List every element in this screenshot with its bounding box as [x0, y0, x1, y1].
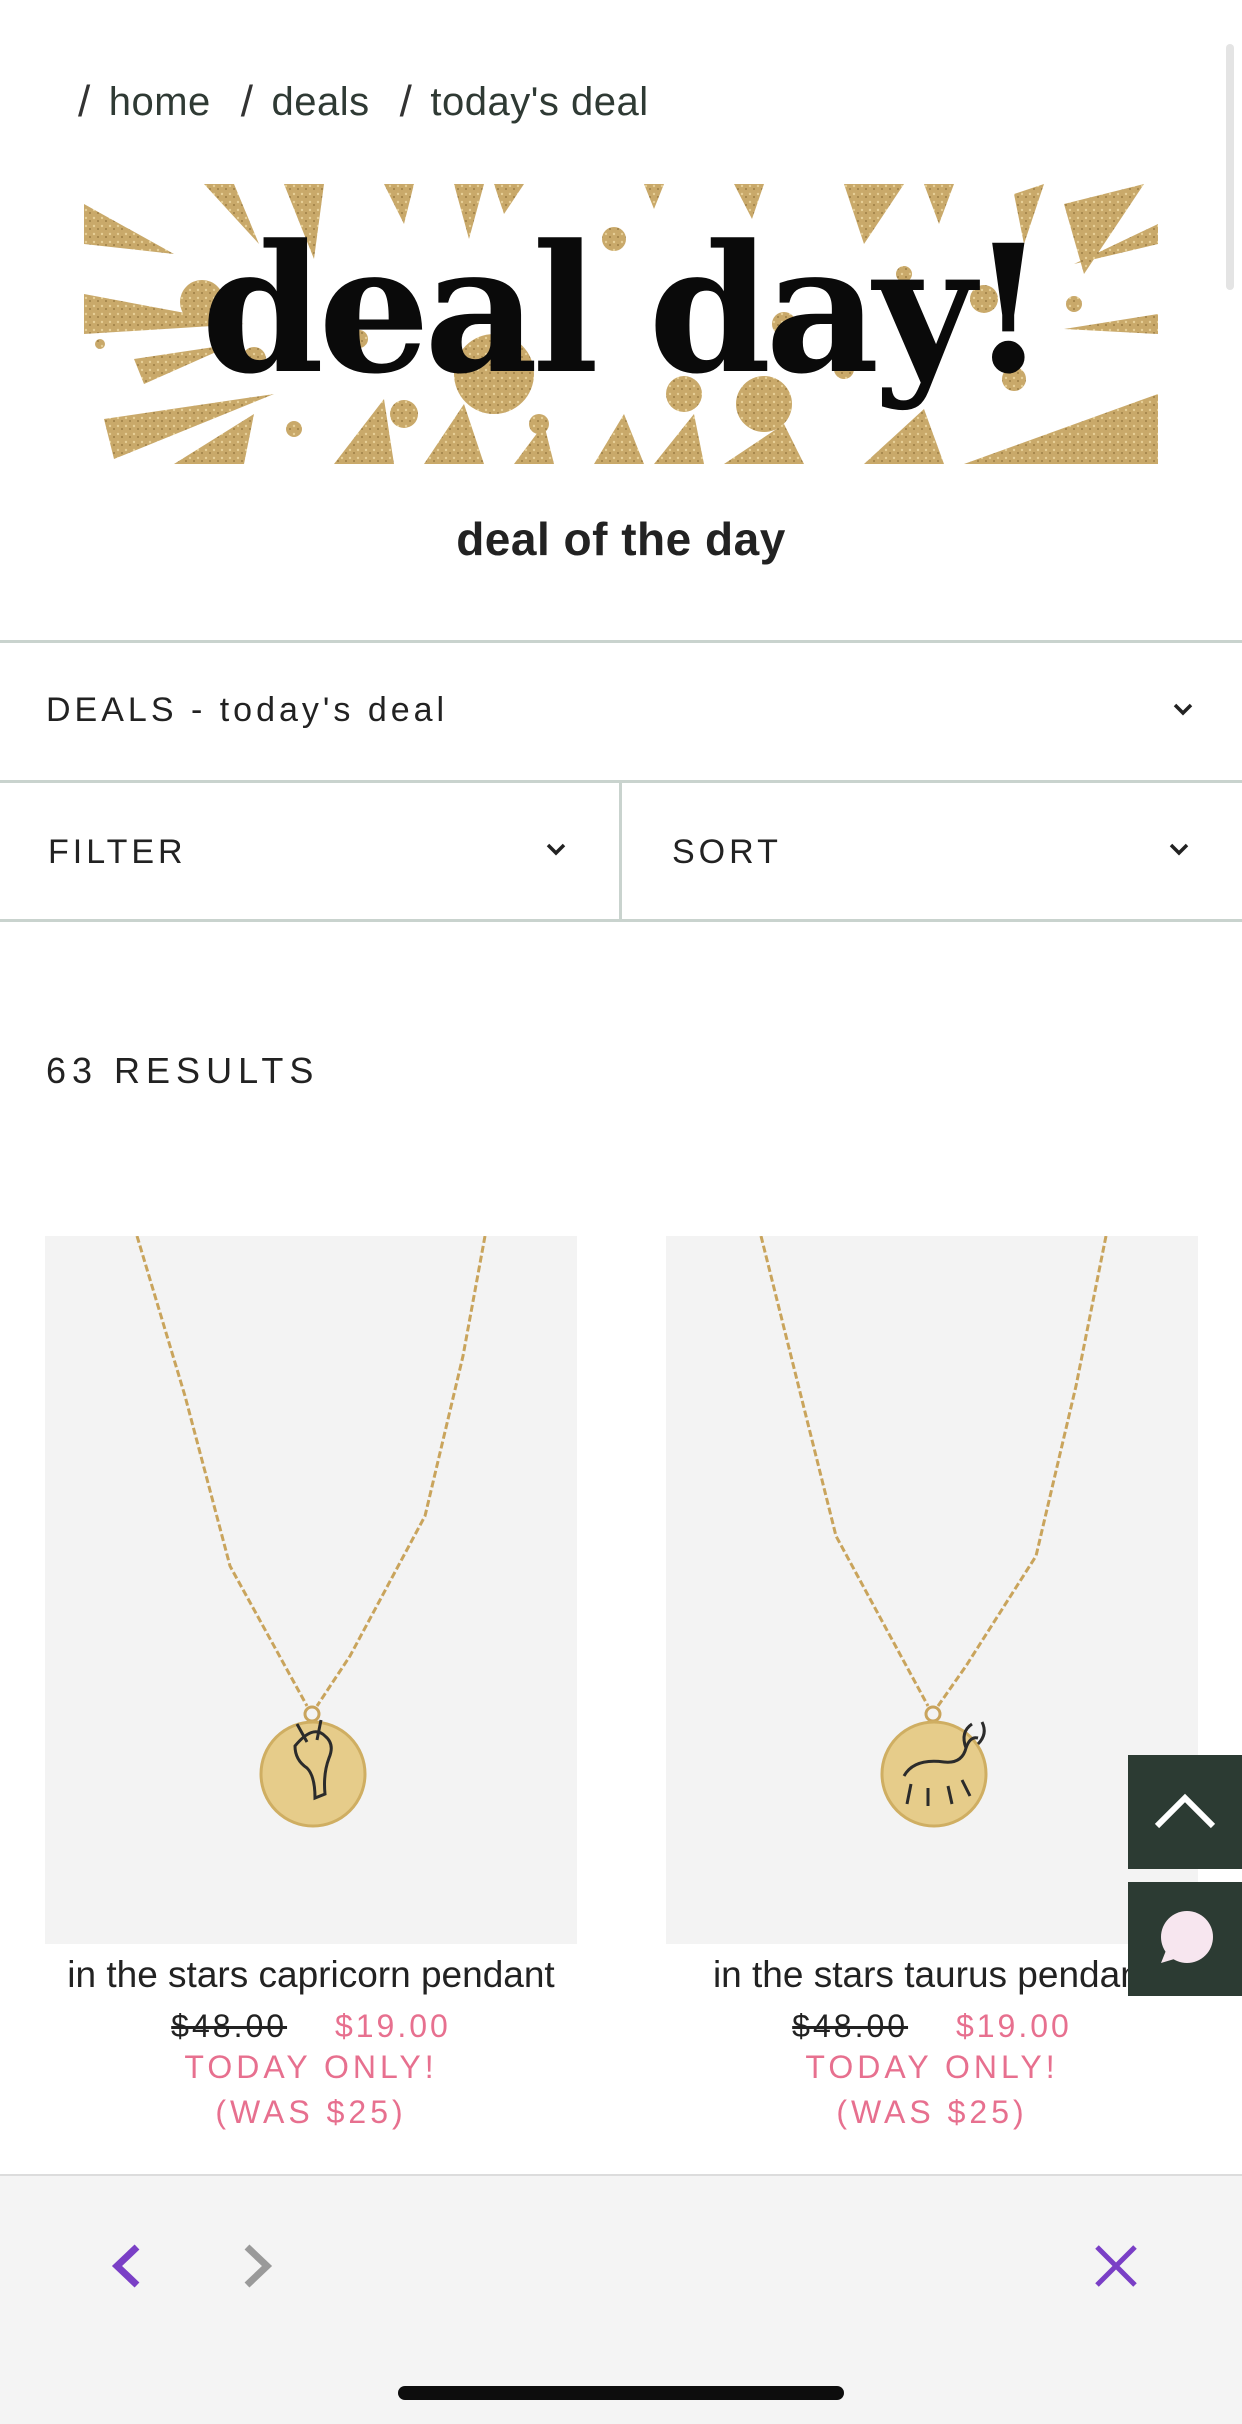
breadcrumb-current: today's deal	[430, 79, 649, 124]
close-icon	[1093, 2243, 1139, 2294]
breadcrumb: / home / deals / today's deal	[78, 72, 679, 132]
scroll-to-top-button[interactable]	[1128, 1755, 1242, 1869]
product-image[interactable]	[666, 1236, 1198, 1944]
filter-sort-bar: FILTER SORT	[0, 780, 1242, 922]
page-scrollbar[interactable]	[1226, 44, 1234, 290]
sale-price: $19.00	[334, 2008, 451, 2044]
breadcrumb-separator: /	[240, 77, 254, 126]
chat-button[interactable]	[1128, 1882, 1242, 1996]
in-app-browser-toolbar	[0, 2174, 1242, 2424]
breadcrumb-separator: /	[399, 77, 413, 126]
chevron-right-icon	[241, 2243, 275, 2294]
promo-text: TODAY ONLY!	[184, 2049, 438, 2085]
product-image[interactable]	[45, 1236, 577, 1944]
banner-title: deal day!	[201, 206, 1047, 413]
sale-price: $19.00	[955, 2008, 1072, 2044]
breadcrumb-home-link[interactable]: home	[109, 80, 211, 125]
category-select[interactable]: DEALS - today's deal	[0, 640, 1242, 780]
chevron-down-icon	[1168, 841, 1190, 862]
back-button[interactable]	[86, 2228, 166, 2308]
category-select-label: DEALS - today's deal	[46, 691, 449, 729]
product-card[interactable]: in the stars capricorn pendant $48.00 $1…	[45, 1236, 577, 2135]
chevron-down-icon	[545, 841, 567, 862]
necklace-illustration	[759, 1236, 1108, 1828]
deal-day-banner: deal day!	[84, 184, 1158, 464]
product-name[interactable]: in the stars taurus pendant	[666, 1954, 1198, 1996]
chevron-left-icon	[109, 2243, 143, 2294]
product-name[interactable]: in the stars capricorn pendant	[45, 1954, 577, 1996]
sort-dropdown[interactable]: SORT	[622, 783, 1242, 922]
product-prices: $48.00 $19.00	[666, 2008, 1198, 2045]
chat-bubble-icon	[1155, 1907, 1215, 1972]
breadcrumb-separator: /	[78, 77, 91, 126]
product-card[interactable]: in the stars taurus pendant $48.00 $19.0…	[666, 1236, 1198, 2135]
sort-label: SORT	[672, 833, 782, 871]
filter-dropdown[interactable]: FILTER	[0, 783, 622, 922]
promo-was-price: (WAS $25)	[215, 2094, 407, 2130]
forward-button[interactable]	[218, 2228, 298, 2308]
results-count: 63 RESULTS	[46, 1050, 320, 1091]
filter-label: FILTER	[48, 833, 187, 871]
home-indicator	[398, 2386, 844, 2400]
product-prices: $48.00 $19.00	[45, 2008, 577, 2045]
chevron-up-icon	[1153, 1790, 1217, 1835]
page-title: deal of the day	[456, 513, 786, 565]
original-price: $48.00	[171, 2008, 288, 2044]
promo-was-price: (WAS $25)	[836, 2094, 1028, 2130]
breadcrumb-deals-link[interactable]: deals	[272, 80, 370, 125]
promo-text: TODAY ONLY!	[805, 2049, 1059, 2085]
chevron-down-icon	[1172, 701, 1194, 722]
original-price: $48.00	[792, 2008, 909, 2044]
necklace-illustration	[135, 1236, 487, 1828]
close-button[interactable]	[1076, 2228, 1156, 2308]
